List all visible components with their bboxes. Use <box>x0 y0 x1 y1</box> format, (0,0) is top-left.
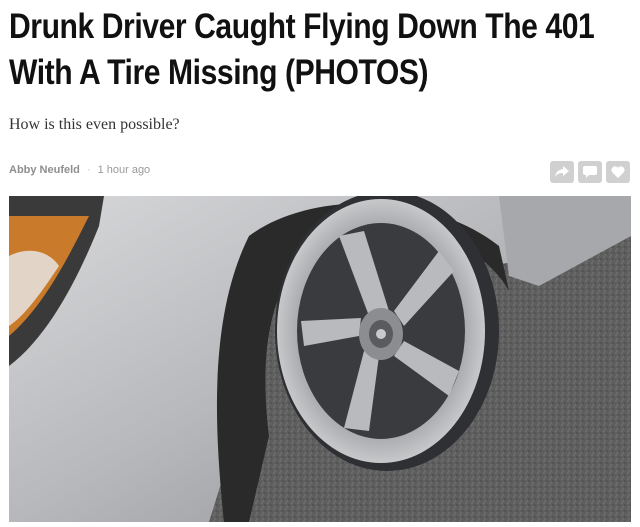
share-button[interactable] <box>550 161 574 183</box>
comment-button[interactable] <box>578 161 602 183</box>
headline-line-1: Drunk Driver Caught Flying Down The 401 <box>9 7 595 46</box>
headline: Drunk Driver Caught Flying Down The 401 … <box>9 4 628 96</box>
hero-image <box>9 196 631 522</box>
article: Drunk Driver Caught Flying Down The 401 … <box>0 0 640 527</box>
like-button[interactable] <box>606 161 630 183</box>
byline-separator: · <box>86 164 91 176</box>
timestamp: 1 hour ago <box>97 164 151 176</box>
share-bar <box>550 161 630 183</box>
comment-icon <box>583 166 597 178</box>
heart-icon <box>611 166 625 178</box>
author-name[interactable]: Abby Neufeld <box>9 164 80 176</box>
byline: Abby Neufeld · 1 hour ago <box>9 164 150 176</box>
headline-line-2: With A Tire Missing (PHOTOS) <box>9 53 429 92</box>
share-arrow-icon <box>555 166 569 177</box>
subheadline: How is this even possible? <box>9 116 180 133</box>
car-wheel-photo <box>9 196 631 522</box>
